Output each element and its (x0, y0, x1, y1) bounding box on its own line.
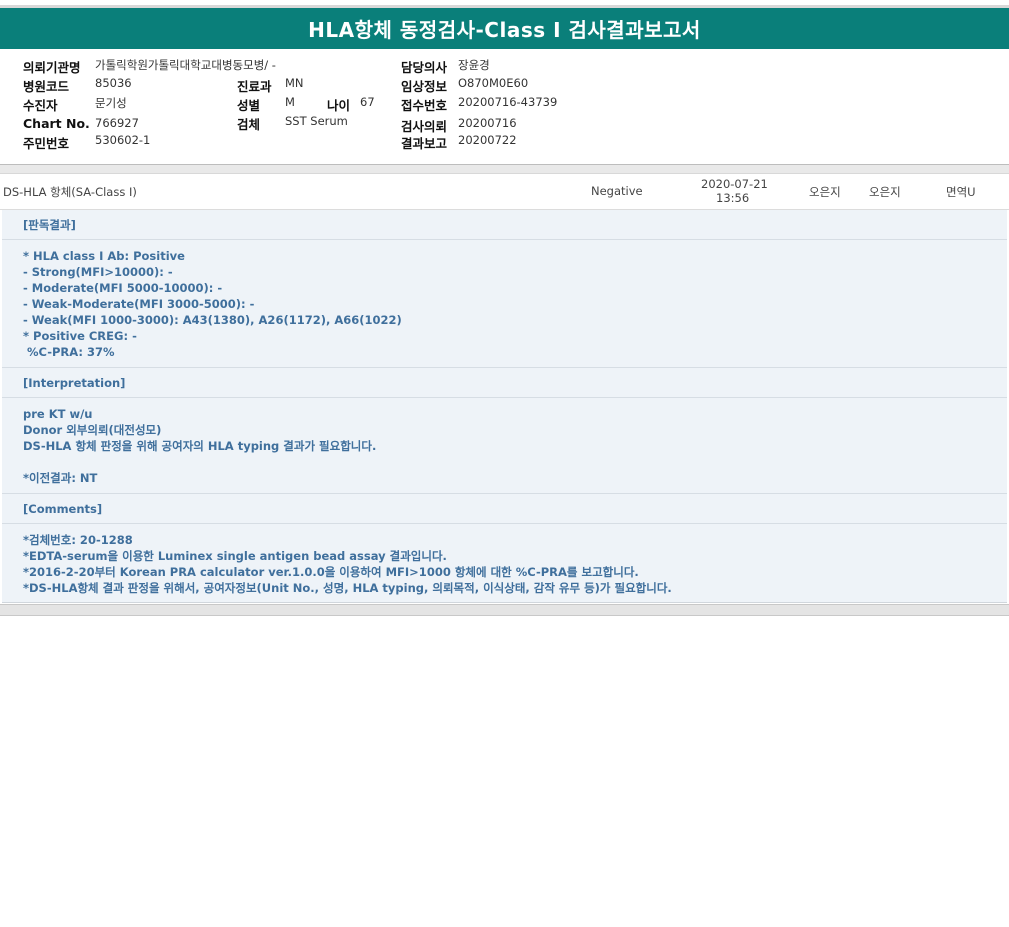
interpretation-line (23, 454, 376, 470)
report-date-value: 20200722 (458, 133, 517, 147)
report-date-label: 결과보고 (401, 136, 448, 151)
hospital-code-label: 병원코드 (23, 79, 70, 94)
comment-line: *검체번호: 20-1288 (23, 533, 133, 547)
institution-label: 의뢰기관명 (23, 60, 81, 75)
interpretation-line: DS-HLA 항체 판정을 위해 공여자의 HLA typing 결과가 필요합… (23, 439, 377, 453)
age-label: 나이 (327, 98, 351, 113)
verifier-name: 오은지 (869, 185, 901, 199)
sex-value: M (285, 95, 295, 109)
resident-no-label: 주민번호 (23, 136, 70, 151)
comment-line: *DS-HLA항체 결과 판정을 위해서, 공여자정보(Unit No., 성명… (23, 581, 672, 595)
judgement-body: * HLA class I Ab: Positive - Strong(MFI>… (23, 248, 402, 360)
interpretation-body: pre KT w/u Donor 외부의뢰(대전성모) DS-HLA 항체 판정… (23, 406, 376, 486)
result-date: 2020-07-21 (701, 177, 768, 191)
physician-value: 장윤경 (458, 58, 490, 72)
specimen-value: SST Serum (285, 114, 348, 128)
department-value: MN (285, 76, 304, 90)
comments-body: *검체번호: 20-1288 *EDTA-serum을 이용한 Luminex … (23, 532, 672, 596)
judgement-line: * Positive CREG: - (23, 329, 137, 343)
test-name: DS-HLA 항체(SA-Class I) (3, 185, 137, 199)
comments-heading: [Comments] (2, 494, 1007, 524)
comment-line: *EDTA-serum을 이용한 Luminex single antigen … (23, 549, 447, 563)
department-code: 면역U (946, 185, 976, 199)
chart-no-value: 766927 (95, 116, 139, 130)
receipt-no-label: 접수번호 (401, 98, 448, 113)
judgement-line: - Strong(MFI>10000): - (23, 265, 173, 279)
resident-no-value: 530602-1 (95, 133, 151, 147)
sex-label: 성별 (237, 98, 261, 113)
patient-name-value: 문기성 (95, 96, 127, 110)
result-time: 13:56 (716, 191, 750, 205)
judgement-line: * HLA class I Ab: Positive (23, 249, 185, 263)
age-value: 67 (360, 95, 375, 109)
test-result: Negative (591, 184, 643, 198)
interpretation-line: Donor 외부의뢰(대전성모) (23, 423, 162, 437)
report-title: HLA항체 동정검사-Class I 검사결과보고서 (308, 18, 701, 42)
result-row[interactable]: DS-HLA 항체(SA-Class I) Negative 2020-07-2… (0, 173, 1009, 210)
institution-value: 가톨릭학원가톨릭대학교대병동모병/ - (95, 58, 276, 72)
chart-no-label: Chart No. (23, 116, 90, 131)
report-title-bar: HLA항체 동정검사-Class I 검사결과보고서 (0, 5, 1009, 49)
technician-name: 오은지 (809, 185, 841, 199)
interpretation-heading: [Interpretation] (2, 368, 1007, 398)
interpretation-line: pre KT w/u (23, 407, 93, 421)
specimen-label: 검체 (237, 117, 261, 132)
physician-label: 담당의사 (401, 60, 448, 75)
result-detail-panel: [판독결과] * HLA class I Ab: Positive - Stro… (2, 210, 1007, 603)
interpretation-line: *이전결과: NT (23, 471, 98, 485)
footer-band (0, 604, 1009, 616)
patient-name-label: 수진자 (23, 98, 58, 113)
hospital-code-value: 85036 (95, 76, 132, 90)
request-date-value: 20200716 (458, 116, 517, 130)
department-label: 진료과 (237, 79, 272, 94)
judgement-line: %C-PRA: 37% (23, 345, 115, 359)
judgement-heading: [판독결과] (2, 210, 1007, 240)
comment-line: *2016-2-20부터 Korean PRA calculator ver.1… (23, 565, 639, 579)
clinical-info-label: 임상정보 (401, 79, 448, 94)
judgement-line: - Weak-Moderate(MFI 3000-5000): - (23, 297, 255, 311)
judgement-line: - Weak(MFI 1000-3000): A43(1380), A26(11… (23, 313, 402, 327)
clinical-info-value: O870M0E60 (458, 76, 529, 90)
receipt-no-value: 20200716-43739 (458, 95, 558, 109)
judgement-line: - Moderate(MFI 5000-10000): - (23, 281, 223, 295)
